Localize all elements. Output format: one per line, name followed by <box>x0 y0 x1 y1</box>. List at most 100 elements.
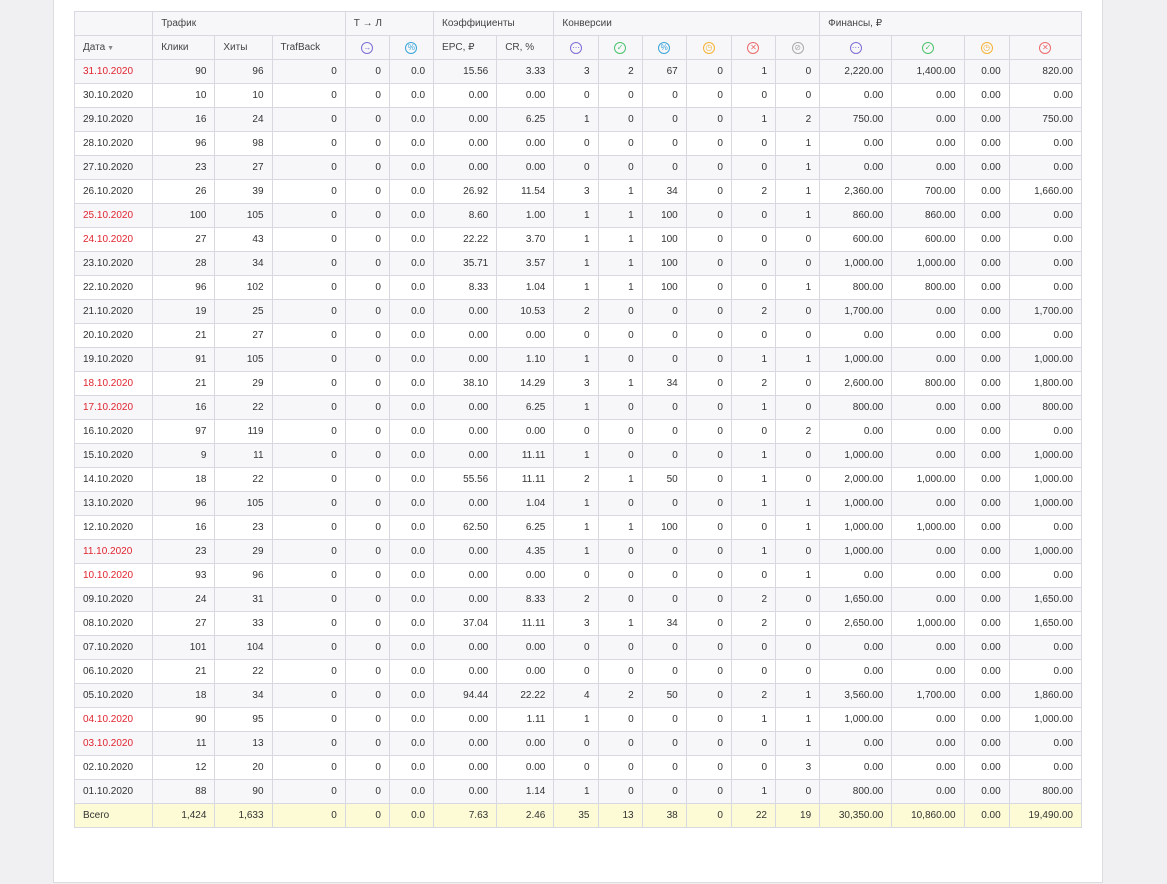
row-conv-rejected[interactable]: 2 <box>730 611 777 636</box>
row-conv-trash[interactable]: 1 <box>774 155 821 180</box>
row-conv-all[interactable]: 1 <box>553 707 599 732</box>
row-conv-all[interactable]: 1 <box>553 539 599 564</box>
row-conv-all[interactable]: 1 <box>553 515 599 540</box>
row-conv-all[interactable]: 3 <box>553 59 599 84</box>
col-cr[interactable]: CR, % <box>496 35 555 60</box>
row-conv-approved[interactable]: 1 <box>597 275 643 300</box>
row-conv-rejected[interactable]: 1 <box>730 707 777 732</box>
row-conv-rejected[interactable]: 1 <box>730 59 777 84</box>
row-conv-approved[interactable]: 1 <box>597 179 643 204</box>
row-conv-all[interactable]: 1 <box>553 275 599 300</box>
row-conv-approved[interactable]: 2 <box>597 59 643 84</box>
row-conv-approved: 0 <box>597 587 643 612</box>
col-conv-percent[interactable]: % <box>641 35 687 60</box>
row-conv-rejected[interactable]: 1 <box>730 443 777 468</box>
row-conv-approved[interactable]: 1 <box>597 515 643 540</box>
row-conv-all[interactable]: 2 <box>553 587 599 612</box>
row-conv-rejected[interactable]: 2 <box>730 683 777 708</box>
row-conv-approved[interactable]: 1 <box>597 371 643 396</box>
row-conv-rejected[interactable]: 1 <box>730 395 777 420</box>
col-fin-hold[interactable]: ◷ <box>963 35 1010 60</box>
row-conv-trash[interactable]: 1 <box>774 179 821 204</box>
row-conv-trash[interactable]: 1 <box>774 347 821 372</box>
row-conv-trash[interactable]: 1 <box>774 731 821 756</box>
row-trafback: 0 <box>271 755 346 780</box>
row-conv-all[interactable]: 1 <box>553 347 599 372</box>
row-conv-approved[interactable]: 1 <box>597 467 643 492</box>
row-conv-rejected[interactable]: 2 <box>730 179 777 204</box>
row-conv-all[interactable]: 3 <box>553 611 599 636</box>
row-conv-all[interactable]: 2 <box>553 467 599 492</box>
row-conv-all[interactable]: 1 <box>553 251 599 276</box>
col-date-sortable[interactable]: Дата ▼ <box>73 35 154 60</box>
row-fin-rejected: 800.00 <box>1008 779 1083 804</box>
col-fin-approved[interactable]: ✓ <box>891 35 965 60</box>
row-conv-rejected[interactable]: 2 <box>730 299 777 324</box>
row-conv-all[interactable]: 1 <box>553 491 599 516</box>
row-conv-hold: 0 <box>685 251 732 276</box>
row-conv-all[interactable]: 4 <box>553 683 599 708</box>
col-epc[interactable]: EPC, ₽ <box>433 35 498 60</box>
row-conv-rejected[interactable]: 2 <box>730 587 777 612</box>
col-tl-transitions[interactable]: → <box>344 35 390 60</box>
row-conv-all[interactable]: 1 <box>553 227 599 252</box>
row-conv-rejected[interactable]: 2 <box>730 371 777 396</box>
row-conv-trash[interactable]: 1 <box>774 275 821 300</box>
total-fin-rejected: 19,490.00 <box>1008 803 1083 828</box>
row-conv-rejected[interactable]: 1 <box>730 539 777 564</box>
row-tl-transitions: 0 <box>344 467 390 492</box>
col-fin-all[interactable]: ⋯ <box>819 35 893 60</box>
row-conv-all[interactable]: 1 <box>553 203 599 228</box>
col-hits[interactable]: Хиты <box>214 35 273 60</box>
header-blank <box>73 11 154 36</box>
row-conv-trash[interactable]: 1 <box>774 131 821 156</box>
row-conv-trash[interactable]: 1 <box>774 203 821 228</box>
total-conv-all[interactable]: 35 <box>553 803 599 828</box>
col-conv-approved[interactable]: ✓ <box>597 35 643 60</box>
col-conv-hold[interactable]: ◷ <box>685 35 732 60</box>
row-conv-rejected[interactable]: 1 <box>730 347 777 372</box>
row-conv-approved[interactable]: 1 <box>597 251 643 276</box>
col-conv-trash[interactable]: ⊘ <box>774 35 821 60</box>
row-fin-rejected: 1,000.00 <box>1008 491 1083 516</box>
row-conv-trash[interactable]: 1 <box>774 491 821 516</box>
row-conv-trash[interactable]: 1 <box>774 707 821 732</box>
total-conv-approved[interactable]: 13 <box>597 803 643 828</box>
row-conv-all[interactable]: 3 <box>553 179 599 204</box>
row-conv-approved[interactable]: 2 <box>597 683 643 708</box>
col-conv-rejected[interactable]: ✕ <box>730 35 777 60</box>
col-tl-percent[interactable]: % <box>388 35 435 60</box>
row-conv-approved[interactable]: 1 <box>597 227 643 252</box>
row-tl-transitions: 0 <box>344 275 390 300</box>
col-fin-rejected[interactable]: ✕ <box>1008 35 1083 60</box>
row-trafback: 0 <box>271 467 346 492</box>
row-conv-rejected[interactable]: 1 <box>730 467 777 492</box>
total-conv-rejected[interactable]: 22 <box>730 803 777 828</box>
row-conv-approved[interactable]: 1 <box>597 203 643 228</box>
col-conv-all[interactable]: ⋯ <box>553 35 599 60</box>
row-conv-trash[interactable]: 2 <box>774 419 821 444</box>
sort-caret-icon: ▼ <box>107 45 115 52</box>
row-conv-rejected: 0 <box>730 83 777 108</box>
row-conv-approved[interactable]: 1 <box>597 611 643 636</box>
row-conv-percent: 0 <box>641 635 687 660</box>
row-conv-trash[interactable]: 3 <box>774 755 821 780</box>
row-conv-all[interactable]: 3 <box>553 371 599 396</box>
row-conv-all[interactable]: 1 <box>553 395 599 420</box>
row-conv-rejected[interactable]: 1 <box>730 491 777 516</box>
row-hits: 105 <box>214 491 273 516</box>
col-trafback[interactable]: TrafBack <box>271 35 346 60</box>
row-conv-trash[interactable]: 1 <box>774 563 821 588</box>
row-conv-all[interactable]: 2 <box>553 299 599 324</box>
row-conv-rejected[interactable]: 1 <box>730 779 777 804</box>
col-clicks[interactable]: Клики <box>152 35 216 60</box>
row-conv-rejected[interactable]: 1 <box>730 107 777 132</box>
row-conv-trash[interactable]: 1 <box>774 683 821 708</box>
row-conv-trash[interactable]: 2 <box>774 107 821 132</box>
row-conv-all[interactable]: 1 <box>553 779 599 804</box>
row-conv-trash[interactable]: 1 <box>774 515 821 540</box>
row-conv-all[interactable]: 1 <box>553 443 599 468</box>
row-conv-percent: 0 <box>641 755 687 780</box>
row-conv-all[interactable]: 1 <box>553 107 599 132</box>
total-conv-trash[interactable]: 19 <box>774 803 821 828</box>
